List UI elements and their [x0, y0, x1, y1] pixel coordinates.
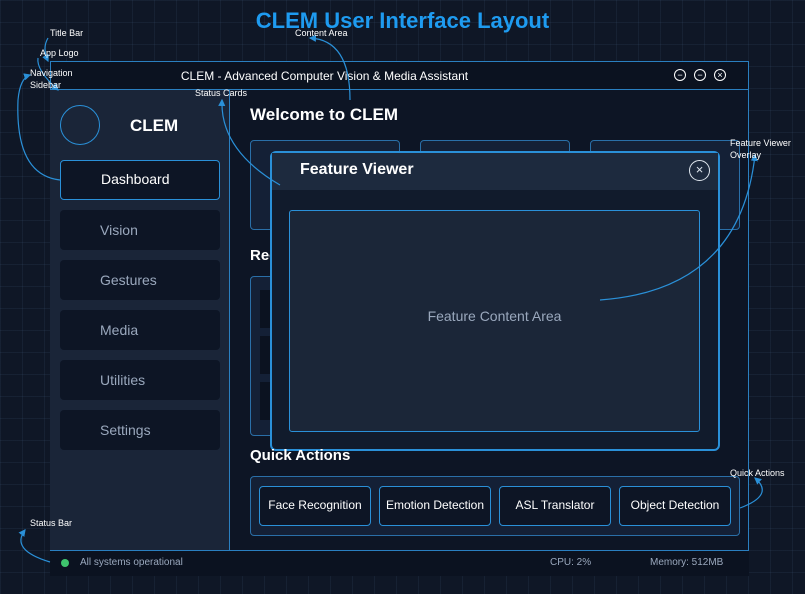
arrow-quick-actions [739, 477, 763, 509]
annotation-status-bar: Status Bar [30, 518, 73, 528]
annotation-feature-viewer-line1: Feature Viewer [730, 138, 791, 148]
annotation-navigation-sidebar-line2: Sidebar [30, 80, 62, 90]
annotation-navigation-sidebar-line1: Navigation [30, 68, 73, 78]
annotation-app-logo: App Logo [40, 48, 79, 58]
arrow-content-area [308, 34, 351, 101]
arrow-status-bar [18, 529, 51, 563]
annotation-arrows [17, 34, 763, 563]
annotation-title-bar: Title Bar [50, 28, 84, 38]
annotation-quick-actions: Quick Actions [730, 468, 785, 478]
annotation-status-cards: Status Cards [195, 88, 248, 98]
arrow-feature-viewer [599, 153, 758, 301]
annotation-feature-viewer-line2: Overlay [730, 150, 762, 160]
arrow-status-cards [218, 98, 281, 186]
annotation-content-area: Content Area [295, 28, 348, 38]
